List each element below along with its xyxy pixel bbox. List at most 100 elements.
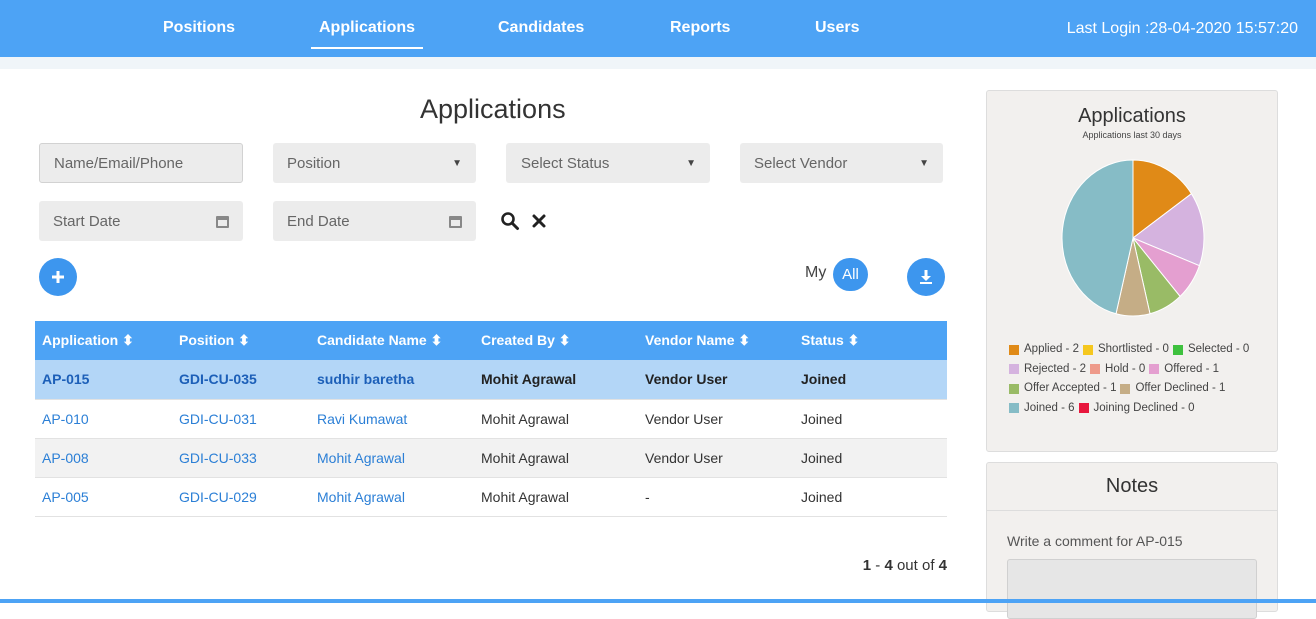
application-id-link[interactable]: AP-015 (35, 360, 172, 400)
position-select-value: Position (287, 154, 341, 172)
my-filter-toggle[interactable]: My (805, 264, 826, 282)
legend-label: Offer Declined - 1 (1135, 382, 1226, 394)
notes-panel: Notes Write a comment for AP-015 (986, 462, 1278, 619)
nav-reports[interactable]: Reports (670, 19, 730, 37)
legend-row: Applied - 2 Shortlisted - 0 Selected - 0 (1009, 341, 1279, 361)
download-icon (920, 270, 932, 284)
top-navbar: Positions Applications Candidates Report… (0, 0, 1316, 57)
legend-item[interactable]: Offer Accepted - 1 (1009, 380, 1116, 397)
created-by-cell: Mohit Agrawal (474, 438, 638, 478)
col-header-vendor-name[interactable]: Vendor Name ⬍ (638, 321, 794, 360)
legend-swatch (1009, 383, 1019, 394)
legend-item[interactable]: Joining Declined - 0 (1078, 400, 1195, 417)
dropdown-caret-icon: ▼ (686, 157, 696, 169)
vendor-select[interactable]: Select Vendor ▼ (740, 143, 943, 183)
position-link[interactable]: GDI-CU-035 (172, 360, 310, 400)
legend-item[interactable]: Rejected - 2 (1009, 361, 1086, 378)
search-icon[interactable] (500, 211, 520, 231)
table-row[interactable]: AP-010 GDI-CU-031 Ravi Kumawat Mohit Agr… (35, 399, 947, 439)
legend-swatch (1149, 364, 1160, 374)
legend-label: Hold - 0 (1105, 362, 1146, 375)
comment-textarea[interactable] (1007, 559, 1257, 619)
legend-item[interactable]: Shortlisted - 0 (1082, 341, 1169, 358)
legend-item[interactable]: Hold - 0 (1090, 361, 1145, 378)
status-cell: Joined (794, 477, 947, 517)
legend-label: Rejected - 2 (1024, 362, 1087, 375)
legend-swatch (1172, 344, 1183, 355)
clear-filter-icon[interactable] (531, 213, 547, 229)
calendar-icon (216, 214, 229, 228)
col-header-status[interactable]: Status ⬍ (794, 321, 947, 360)
legend-swatch (1009, 364, 1019, 374)
end-date-placeholder: End Date (287, 212, 350, 230)
start-date-placeholder: Start Date (53, 212, 121, 230)
vendor-select-value: Select Vendor (754, 154, 848, 172)
calendar-icon (449, 214, 462, 228)
legend-swatch (1090, 364, 1101, 374)
col-header-candidate-name[interactable]: Candidate Name ⬍ (310, 321, 474, 360)
created-by-cell: Mohit Agrawal (474, 360, 638, 400)
pagination-summary: 1 - 4 out of 4 (862, 557, 947, 574)
pagination-start: 1 (862, 557, 872, 574)
chart-legend: Applied - 2 Shortlisted - 0 Selected - 0 Re… (1009, 341, 1279, 419)
candidate-name-link[interactable]: Ravi Kumawat (310, 399, 474, 439)
pagination-end: 4 (884, 557, 893, 574)
legend-swatch (1082, 344, 1093, 355)
application-id-link[interactable]: AP-008 (35, 438, 172, 478)
application-id-link[interactable]: AP-005 (35, 477, 172, 517)
legend-item[interactable]: Offer Declined - 1 (1120, 380, 1225, 397)
status-select[interactable]: Select Status ▼ (506, 143, 710, 183)
candidate-name-link[interactable]: Mohit Agrawal (310, 477, 474, 517)
legend-item[interactable]: Applied - 2 (1009, 341, 1079, 358)
legend-item[interactable]: Joined - 6 (1009, 400, 1075, 417)
add-application-button[interactable] (39, 258, 77, 296)
last-login-text: Last Login :28-04-2020 15:57:20 (1066, 20, 1298, 37)
end-date-input[interactable]: End Date (273, 201, 476, 241)
search-input-placeholder: Name/Email/Phone (54, 154, 184, 172)
notes-title: Notes (987, 463, 1277, 511)
legend-row: Rejected - 2 Hold - 0 Offered - 1 (1009, 361, 1279, 381)
position-select[interactable]: Position ▼ (273, 143, 476, 183)
applications-chart-panel: Applications Applications last 30 days A… (986, 90, 1278, 452)
chart-subtitle: Applications last 30 days (1082, 130, 1182, 140)
plus-icon (52, 271, 64, 283)
table-row-selected[interactable]: AP-015 GDI-CU-035 sudhir baretha Mohit A… (35, 360, 947, 400)
status-select-value: Select Status (521, 154, 610, 172)
nav-applications[interactable]: Applications (310, 19, 424, 49)
legend-item[interactable]: Offered - 1 (1149, 361, 1219, 378)
table-row[interactable]: AP-008 GDI-CU-033 Mohit Agrawal Mohit Ag… (35, 438, 947, 478)
table-row[interactable]: AP-005 GDI-CU-029 Mohit Agrawal Mohit Ag… (35, 477, 947, 517)
application-id-link[interactable]: AP-010 (35, 399, 172, 439)
nav-candidates[interactable]: Candidates (498, 19, 584, 37)
start-date-input[interactable]: Start Date (39, 201, 243, 241)
status-cell: Joined (794, 399, 947, 439)
created-by-cell: Mohit Agrawal (474, 477, 638, 517)
status-cell: Joined (794, 438, 947, 478)
candidate-name-link[interactable]: Mohit Agrawal (310, 438, 474, 478)
all-filter-toggle[interactable]: All (833, 258, 868, 291)
status-cell: Joined (794, 360, 947, 400)
search-input[interactable]: Name/Email/Phone (39, 143, 243, 183)
col-header-created-by[interactable]: Created By ⬍ (474, 321, 638, 360)
chart-panel-title: Applications (1078, 105, 1186, 127)
legend-swatch (1009, 344, 1019, 355)
nav-positions[interactable]: Positions (163, 19, 235, 37)
position-link[interactable]: GDI-CU-033 (172, 438, 310, 478)
position-link[interactable]: GDI-CU-031 (172, 399, 310, 439)
table-header-row: Application ⬍ Position ⬍ Candidate Name … (35, 321, 947, 360)
legend-label: Joining Declined - 0 (1093, 401, 1195, 414)
created-by-cell: Mohit Agrawal (474, 399, 638, 439)
col-header-position[interactable]: Position ⬍ (172, 321, 310, 360)
download-button[interactable] (907, 258, 945, 296)
col-header-application[interactable]: Application ⬍ (35, 321, 172, 360)
legend-label: Offered - 1 (1164, 362, 1220, 375)
candidate-name-link[interactable]: sudhir baretha (310, 360, 474, 400)
position-link[interactable]: GDI-CU-029 (172, 477, 310, 517)
legend-swatch (1078, 403, 1089, 413)
legend-item[interactable]: Selected - 0 (1172, 341, 1249, 358)
vendor-name-cell: Vendor User (638, 360, 794, 400)
nav-users[interactable]: Users (815, 19, 859, 37)
applications-table: Application ⬍ Position ⬍ Candidate Name … (35, 321, 947, 517)
pagination-total: 4 (938, 557, 947, 574)
applications-pie-chart (1061, 159, 1205, 317)
